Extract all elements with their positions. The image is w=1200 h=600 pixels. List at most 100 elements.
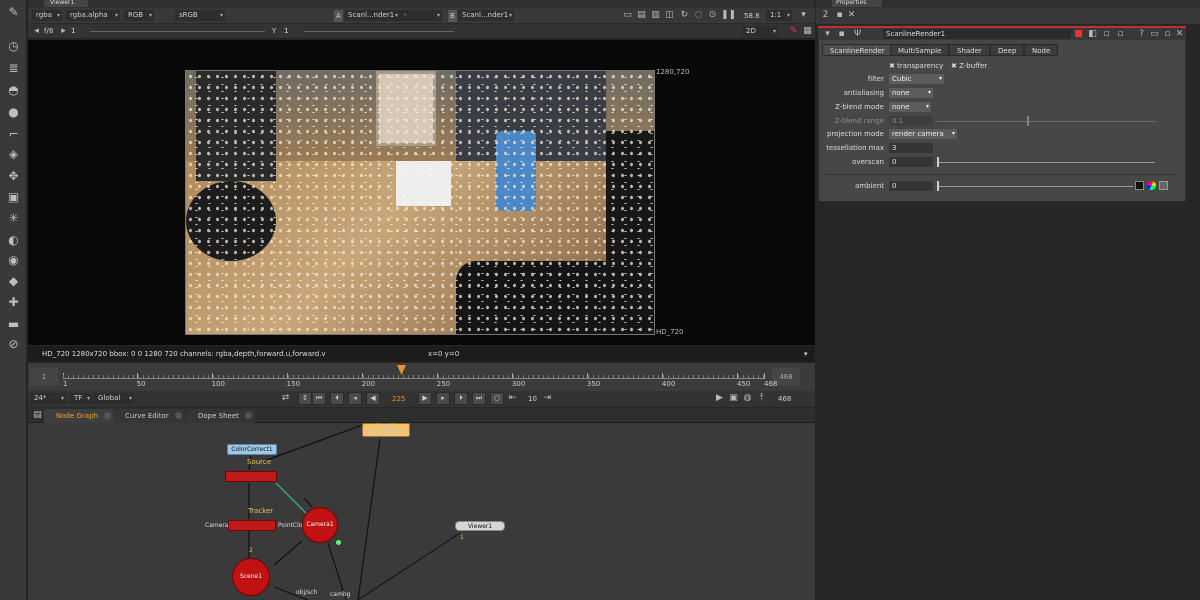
clock-icon[interactable]: ◷: [5, 38, 22, 55]
lock-icon[interactable]: ▪: [834, 10, 845, 21]
pen-icon[interactable]: ✎: [5, 4, 22, 21]
zblend-range-field[interactable]: 0.1: [889, 116, 933, 126]
grid-icon[interactable]: ▦: [802, 26, 813, 37]
a-input-dropdown[interactable]: Scanl...nder1: [344, 10, 400, 21]
tab-scanlinerender[interactable]: ScanlineRender: [822, 44, 893, 56]
help-icon[interactable]: ?: [1136, 29, 1147, 40]
next-key-button[interactable]: ⏵: [454, 392, 468, 405]
tab-node[interactable]: Node: [1024, 44, 1059, 56]
pane-icon[interactable]: ▤: [32, 410, 43, 421]
channel-split-icon[interactable]: [1159, 181, 1168, 190]
composite-dropdown[interactable]: -: [400, 10, 442, 21]
colorcorrect-node[interactable]: ColorCorrect1: [227, 444, 277, 455]
colorspace-dropdown[interactable]: sRGB: [175, 10, 225, 21]
read-node[interactable]: Read1 MVI_7249.MP4: [362, 423, 410, 437]
export-icon[interactable]: ⤒: [756, 393, 767, 404]
first-frame-button[interactable]: ⏮: [312, 392, 326, 405]
close-icon[interactable]: [244, 412, 252, 419]
filter-dropdown[interactable]: Cubic: [889, 74, 944, 84]
nuke-icon[interactable]: ⊘: [5, 336, 22, 353]
zbuffer-checkbox[interactable]: ✖ Z-buffer: [951, 62, 987, 70]
tab-node-graph[interactable]: Node Graph: [44, 409, 114, 423]
tessellation-max-field[interactable]: 3: [889, 143, 933, 153]
cube-icon[interactable]: ▣: [5, 189, 22, 206]
ambient-slider[interactable]: [937, 181, 1133, 191]
node-graph-canvas[interactable]: Read1 MVI_7249.MP4 ColorCorrect1 Source T…: [28, 423, 815, 600]
gamma-slider[interactable]: [304, 31, 454, 32]
d-icon[interactable]: ◐: [5, 232, 22, 249]
tab-properties[interactable]: Properties: [832, 0, 882, 7]
paint-icon[interactable]: ✎: [788, 26, 799, 37]
tab-shader[interactable]: Shader: [949, 44, 990, 56]
panel-icon[interactable]: ▬: [5, 316, 22, 333]
timeline-ruler[interactable]: 1 50 100 150 200 250 300 350 400 450 468: [63, 363, 777, 391]
channels-dropdown[interactable]: rgba: [32, 10, 62, 21]
zblend-mode-dropdown[interactable]: none: [889, 102, 931, 112]
skip-back-icon[interactable]: ⇤: [507, 393, 518, 404]
pointcloud-node[interactable]: [228, 520, 276, 531]
loop-icon[interactable]: ⇄: [280, 393, 291, 404]
move-icon[interactable]: ✥: [5, 168, 22, 185]
revert-icon[interactable]: ◧: [1087, 29, 1098, 40]
overscan-slider[interactable]: [937, 157, 1155, 167]
flipbook-icon[interactable]: ▶: [714, 393, 725, 404]
bounce-button[interactable]: ↕: [298, 392, 312, 405]
roi-icon[interactable]: ▭: [622, 10, 633, 21]
lut-icon[interactable]: ▥: [650, 10, 661, 21]
circle-icon[interactable]: ●: [5, 104, 22, 121]
tab-multisample[interactable]: MultiSample: [890, 44, 950, 56]
step-value[interactable]: 10: [528, 393, 537, 405]
pause-icon[interactable]: ❚❚: [721, 10, 736, 21]
scene-node[interactable]: Scene1: [232, 558, 270, 596]
dropdown-arrow-icon[interactable]: ▾: [804, 346, 808, 362]
last-frame-button[interactable]: ⏭: [472, 392, 486, 405]
brush-icon[interactable]: ⌐: [5, 126, 22, 143]
settings-icon[interactable]: ▾: [798, 10, 809, 21]
overlay-icon[interactable]: ⊙: [707, 10, 718, 21]
skip-forward-icon[interactable]: ⇥: [542, 393, 553, 404]
color-wheel-icon[interactable]: [1147, 181, 1156, 190]
camera-node[interactable]: Camera1: [302, 507, 338, 543]
play-button[interactable]: ▶: [418, 392, 432, 405]
ratio-dropdown[interactable]: 1:1: [766, 10, 792, 21]
play-back-button[interactable]: ◀: [366, 392, 380, 405]
float-panel-icon[interactable]: ▭: [1149, 29, 1160, 40]
tab-viewer[interactable]: Viewer1: [44, 0, 88, 7]
render-icon[interactable]: ▣: [728, 393, 739, 404]
asterisk-icon[interactable]: ✳: [5, 210, 22, 227]
redo-icon[interactable]: ▫: [1115, 29, 1126, 40]
rgb-dropdown[interactable]: RGB: [124, 10, 154, 21]
node-name-field[interactable]: ScanlineRender1: [883, 29, 1071, 39]
viewer-node[interactable]: Viewer1: [455, 521, 505, 531]
start-frame[interactable]: 1: [30, 368, 58, 386]
clear-icon[interactable]: ✕: [846, 10, 857, 21]
undo-icon[interactable]: ▫: [1101, 29, 1112, 40]
close-icon[interactable]: [174, 412, 182, 419]
gain-field[interactable]: 1: [68, 26, 88, 37]
view-mode-dropdown[interactable]: 2D: [742, 26, 778, 37]
max-panels-field[interactable]: 2: [820, 10, 831, 21]
gain-slider[interactable]: [90, 31, 265, 32]
proxy-icon[interactable]: ◫: [664, 10, 675, 21]
eye-icon[interactable]: ◉: [5, 252, 22, 269]
alpha-dropdown[interactable]: rgba.alpha: [66, 10, 120, 21]
lock-icon[interactable]: ◌: [693, 10, 704, 21]
color-swatch[interactable]: [1135, 181, 1144, 190]
projection-mode-dropdown[interactable]: render camera: [889, 129, 957, 139]
stop-button[interactable]: ○: [490, 392, 504, 405]
range-dropdown[interactable]: Global: [94, 393, 134, 404]
refresh-icon[interactable]: ↻: [679, 10, 690, 21]
tag-icon[interactable]: ◆: [5, 273, 22, 290]
stack-icon[interactable]: ◈: [5, 146, 22, 163]
color-icon[interactable]: ■: [1073, 29, 1084, 40]
center-node-icon[interactable]: Ψ: [852, 29, 863, 40]
tf-dropdown[interactable]: TF: [70, 393, 92, 404]
fps-dropdown[interactable]: 24*: [30, 393, 66, 404]
minimize-icon[interactable]: ▫: [1162, 29, 1173, 40]
ambient-field[interactable]: 0: [889, 181, 933, 191]
gamma-field[interactable]: 1: [281, 26, 301, 37]
current-frame[interactable]: 225: [392, 393, 405, 405]
overscan-field[interactable]: 0: [889, 157, 933, 167]
chevron-left-icon[interactable]: ◂: [31, 26, 42, 37]
close-icon[interactable]: [103, 412, 111, 419]
